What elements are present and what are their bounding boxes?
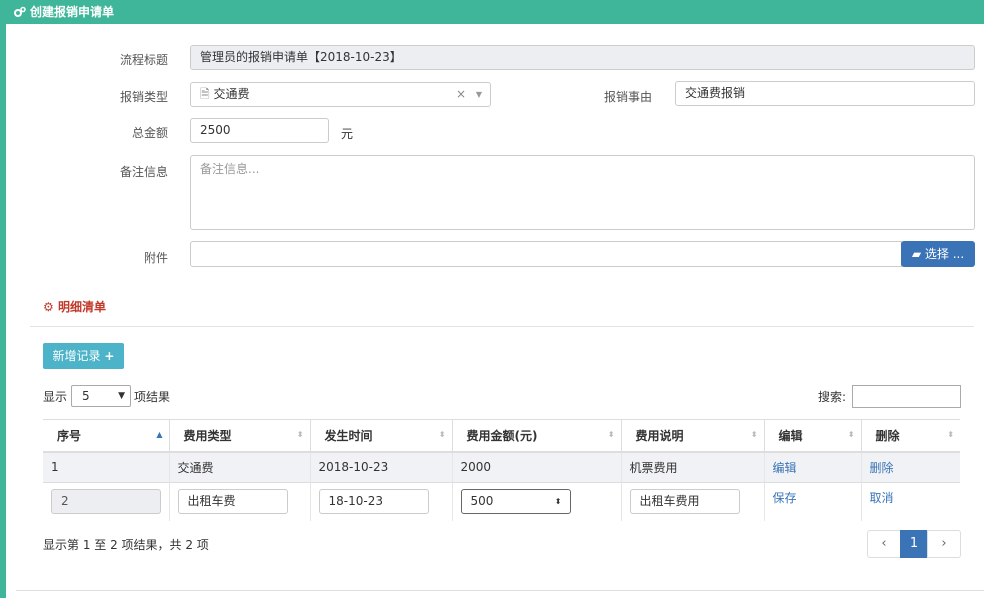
reason-label: 报销事由: [603, 90, 652, 104]
col-delete-label: 删除: [875, 428, 900, 443]
col-date-label: 发生时间: [324, 428, 373, 443]
row-type-value: 出租车费: [187, 494, 236, 509]
col-amount-label: 费用金额(元): [466, 428, 538, 443]
amount-unit: 元: [341, 127, 354, 141]
title-value: 管理员的报销申请单【2018-10-23】: [200, 50, 402, 64]
table-row-editing: 2 出租车费 18-10-23 500 ⬍ 出租车费用 保存 取消: [43, 482, 960, 521]
bottom-divider: [16, 590, 984, 591]
row-date-value: 18-10-23: [328, 494, 383, 509]
pager-prev[interactable]: ‹: [867, 530, 901, 558]
sort-icon: ⬍: [296, 430, 304, 439]
table-info: 显示第 1 至 2 项结果，共 2 项: [43, 538, 209, 552]
col-header-edit[interactable]: 编辑 ⬍: [764, 419, 862, 453]
sort-icon: ⬍: [847, 430, 855, 439]
panel-title: 创建报销申请单: [30, 5, 115, 19]
pager-next[interactable]: ›: [927, 530, 961, 558]
panel-header: 创建报销申请单: [0, 0, 984, 24]
col-type-label: 费用类型: [183, 428, 232, 443]
gear-icon: ⚙: [43, 300, 54, 314]
col-edit-label: 编辑: [778, 428, 803, 443]
type-select[interactable]: 🗎 交通费 × ▼: [190, 82, 491, 107]
show-label: 显示: [43, 390, 68, 404]
row-desc-value: 出租车费用: [639, 494, 700, 509]
folder-open-icon: ▰: [911, 247, 922, 261]
search-label: 搜索:: [818, 390, 847, 404]
col-header-date[interactable]: 发生时间 ⬍: [310, 419, 453, 453]
row-no-value: 2: [61, 494, 69, 509]
chevron-down-icon: ▼: [475, 90, 482, 99]
sort-icon: ⬍: [947, 430, 954, 439]
file-icon: 🗎: [200, 87, 210, 101]
amount-field[interactable]: 2500: [190, 118, 329, 143]
note-placeholder: 备注信息...: [200, 162, 260, 176]
edit-link[interactable]: 编辑: [773, 461, 797, 475]
row-no-input[interactable]: 2: [51, 489, 161, 515]
page-length-value: 5: [82, 389, 90, 403]
divider: [30, 326, 974, 327]
sort-asc-icon: ▲: [156, 430, 163, 439]
type-value: 交通费: [213, 87, 250, 101]
caret-down-icon: ▼: [118, 391, 125, 401]
col-header-delete[interactable]: 删除 ⬍: [861, 419, 960, 453]
reason-value: 交通费报销: [685, 86, 746, 100]
detail-section-title: ⚙ 明细清单: [43, 298, 106, 315]
detail-table: 序号 ▲ 费用类型 ⬍ 发生时间 ⬍ 费用金额(元) ⬍ 费用说明 ⬍ 编辑 ⬍ 删除 ⬍ 1…: [43, 419, 960, 521]
plus-icon: +: [104, 349, 115, 363]
add-record-button[interactable]: 新增记录 +: [43, 343, 124, 369]
amount-value: 2500: [200, 123, 231, 137]
table-header-row: 序号 ▲ 费用类型 ⬍ 发生时间 ⬍ 费用金额(元) ⬍ 费用说明 ⬍ 编辑 ⬍ 删除 ⬍: [43, 419, 960, 453]
pager-current[interactable]: 1: [900, 530, 928, 558]
attach-field[interactable]: [190, 241, 902, 267]
title-label: 流程标题: [119, 53, 168, 67]
type-label: 报销类型: [119, 90, 168, 104]
cell-no: 1: [43, 451, 170, 483]
table-row: 1 交通费 2018-10-23 2000 机票费用 编辑 删除: [43, 451, 960, 483]
col-desc-label: 费用说明: [635, 428, 684, 443]
select-file-label: 选择 ...: [924, 247, 965, 261]
col-header-desc[interactable]: 费用说明 ⬍: [621, 419, 765, 453]
row-desc-input[interactable]: 出租车费用: [629, 489, 740, 515]
reason-field[interactable]: 交通费报销: [675, 81, 975, 106]
sort-icon: ⬍: [750, 430, 758, 439]
select-file-button[interactable]: ▰ 选择 ...: [901, 241, 975, 267]
clear-icon[interactable]: ×: [456, 83, 466, 106]
delete-link[interactable]: 删除: [870, 461, 894, 475]
add-record-label: 新增记录: [52, 349, 101, 363]
cell-type: 交通费: [169, 451, 311, 483]
save-link[interactable]: 保存: [773, 491, 797, 505]
row-amount-value: 500: [470, 494, 494, 509]
col-no-label: 序号: [57, 428, 82, 443]
col-header-no[interactable]: 序号 ▲: [43, 419, 170, 453]
amount-label: 总金额: [131, 126, 168, 140]
attach-label: 附件: [143, 251, 168, 265]
note-label: 备注信息: [119, 165, 168, 179]
col-header-amount[interactable]: 费用金额(元) ⬍: [452, 419, 622, 453]
row-amount-stepper[interactable]: 500 ⬍: [460, 489, 571, 515]
detail-title-text: 明细清单: [57, 300, 106, 314]
search-input[interactable]: [852, 385, 961, 408]
title-field[interactable]: 管理员的报销申请单【2018-10-23】: [190, 45, 975, 70]
cell-date: 2018-10-23: [310, 451, 453, 483]
sort-icon: ⬍: [438, 430, 446, 439]
row-date-input[interactable]: 18-10-23: [318, 489, 429, 515]
results-label: 项结果: [134, 390, 171, 404]
cell-desc: 机票费用: [621, 451, 765, 483]
spinner-icon[interactable]: ⬍: [555, 490, 562, 513]
cell-amount: 2000: [452, 451, 622, 483]
cancel-link[interactable]: 取消: [870, 491, 894, 505]
note-textarea[interactable]: 备注信息...: [190, 155, 975, 230]
sort-icon: ⬍: [607, 430, 615, 439]
gears-icon: [14, 6, 26, 17]
row-type-input[interactable]: 出租车费: [177, 489, 288, 515]
col-header-type[interactable]: 费用类型 ⬍: [169, 419, 311, 453]
page-length-select[interactable]: 5 ▼: [71, 385, 131, 407]
